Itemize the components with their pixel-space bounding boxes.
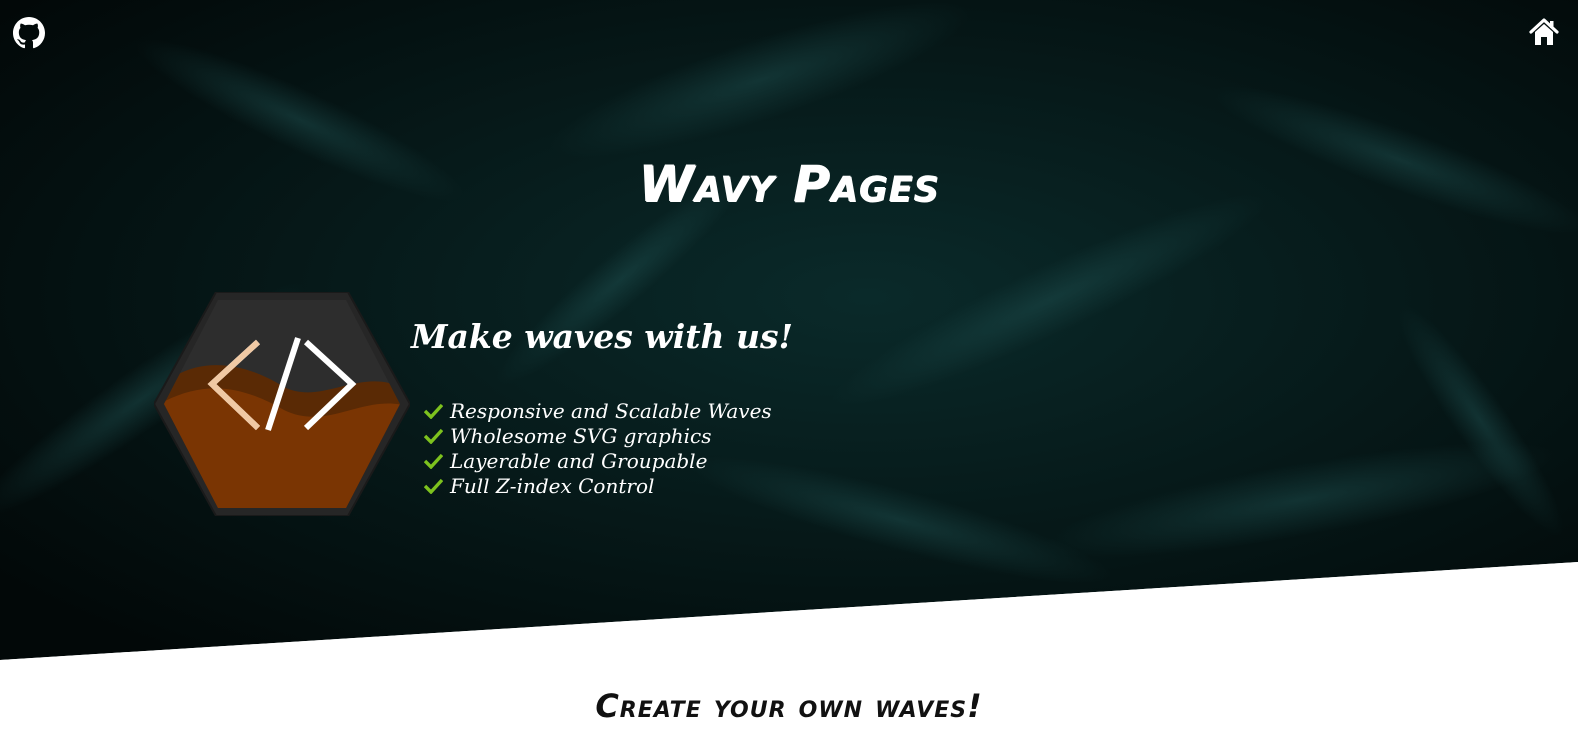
home-icon <box>1529 18 1559 45</box>
feature-item: Wholesome SVG graphics <box>424 423 772 448</box>
tagline: Make waves with us! <box>411 317 794 356</box>
logo-hexagon <box>152 291 412 517</box>
check-icon <box>424 453 443 469</box>
feature-label: Layerable and Groupable <box>450 448 708 473</box>
github-link[interactable] <box>13 17 45 49</box>
hero-section: Wavy Pages Make waves with us! Responsiv… <box>0 0 1578 750</box>
section-title: Create your own waves! <box>595 687 983 725</box>
check-icon <box>424 403 443 419</box>
check-icon <box>424 428 443 444</box>
feature-item: Layerable and Groupable <box>424 448 772 473</box>
feature-label: Full Z-index Control <box>450 473 655 498</box>
feature-list: Responsive and Scalable Waves Wholesome … <box>424 398 772 498</box>
feature-label: Wholesome SVG graphics <box>450 423 712 448</box>
feature-item: Responsive and Scalable Waves <box>424 398 772 423</box>
logo <box>152 291 412 517</box>
feature-item: Full Z-index Control <box>424 473 772 498</box>
feature-label: Responsive and Scalable Waves <box>450 398 772 423</box>
site-title: Wavy Pages <box>638 155 940 213</box>
home-link[interactable] <box>1528 16 1560 48</box>
check-icon <box>424 478 443 494</box>
github-icon <box>13 17 45 49</box>
